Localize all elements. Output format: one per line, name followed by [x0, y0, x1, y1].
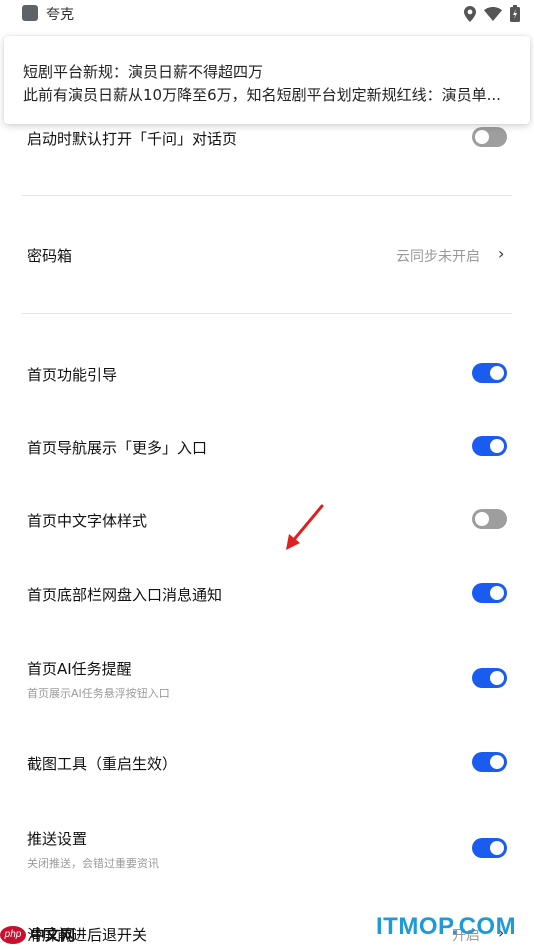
setting-subtitle: 首页展示AI任务悬浮按钮入口 [27, 687, 170, 700]
php-watermark: php 中文网 [0, 924, 75, 945]
setting-label: 首页导航展示「更多」入口 [27, 439, 208, 457]
notification-title: 短剧平台新规：演员日薪不得超四万 [23, 63, 264, 81]
startup-qianwen-toggle[interactable] [472, 127, 507, 147]
setting-label: 首页底部栏网盘入口消息通知 [27, 586, 223, 604]
setting-push[interactable]: 推送设置 关闭推送，会错过重要资讯 [0, 825, 534, 875]
home-guide-toggle[interactable] [472, 363, 507, 383]
setting-label: 首页功能引导 [27, 366, 118, 384]
setting-screenshot-tool[interactable]: 截图工具（重启生效） [0, 743, 534, 783]
toggle-knob [490, 586, 504, 600]
status-bar: 夸克 [0, 0, 534, 28]
wifi-icon [484, 6, 502, 21]
battery-icon [510, 5, 520, 22]
setting-home-font[interactable]: 首页中文字体样式 [0, 500, 534, 540]
setting-home-guide[interactable]: 首页功能引导 [0, 354, 534, 394]
section-divider [22, 195, 512, 196]
setting-label: 密码箱 [27, 247, 73, 265]
section-divider [22, 313, 512, 314]
location-icon [464, 5, 476, 22]
setting-home-more[interactable]: 首页导航展示「更多」入口 [0, 427, 534, 467]
toggle-knob [490, 671, 504, 685]
annotation-arrow-icon [286, 504, 324, 550]
toggle-knob [475, 512, 489, 526]
toggle-knob [475, 130, 489, 144]
toggle-knob [490, 366, 504, 380]
news-notification[interactable]: 短剧平台新规：演员日薪不得超四万 此前有演员日薪从10万降至6万，知名短剧平台划… [4, 36, 530, 124]
setting-label: 启动时默认打开「千问」对话页 [27, 130, 238, 148]
home-font-toggle[interactable] [472, 509, 507, 529]
setting-label: 截图工具（重启生效） [27, 755, 178, 773]
toggle-knob [490, 439, 504, 453]
home-more-toggle[interactable] [472, 436, 507, 456]
status-icons [464, 5, 520, 22]
password-box-status: 云同步未开启 [396, 249, 480, 265]
toggle-knob [490, 755, 504, 769]
itmop-watermark: ITMOP.COM [376, 913, 517, 940]
php-watermark-text: 中文网 [30, 926, 76, 944]
notification-text: 此前有演员日薪从10万降至6万，知名短剧平台划定新规红线：演员单... [23, 86, 501, 104]
setting-label: 首页中文字体样式 [27, 512, 148, 530]
setting-startup-qianwen[interactable]: 启动时默认打开「千问」对话页 [0, 118, 534, 158]
setting-home-netdisk[interactable]: 首页底部栏网盘入口消息通知 [0, 574, 534, 614]
home-netdisk-toggle[interactable] [472, 583, 507, 603]
toggle-knob [490, 841, 504, 855]
screenshot-tool-toggle[interactable] [472, 752, 507, 772]
setting-password-box[interactable]: 密码箱 云同步未开启 › [0, 235, 534, 275]
home-ai-task-toggle[interactable] [472, 668, 507, 688]
setting-subtitle: 关闭推送，会错过重要资讯 [27, 857, 159, 870]
setting-label: 首页AI任务提醒 [27, 660, 132, 678]
app-icon [22, 5, 38, 21]
chevron-right-icon: › [498, 244, 505, 263]
setting-label: 推送设置 [27, 830, 88, 848]
status-app-name: 夸克 [46, 7, 74, 23]
php-logo: php [0, 925, 26, 944]
setting-home-ai-task[interactable]: 首页AI任务提醒 首页展示AI任务悬浮按钮入口 [0, 655, 534, 705]
push-toggle[interactable] [472, 838, 507, 858]
